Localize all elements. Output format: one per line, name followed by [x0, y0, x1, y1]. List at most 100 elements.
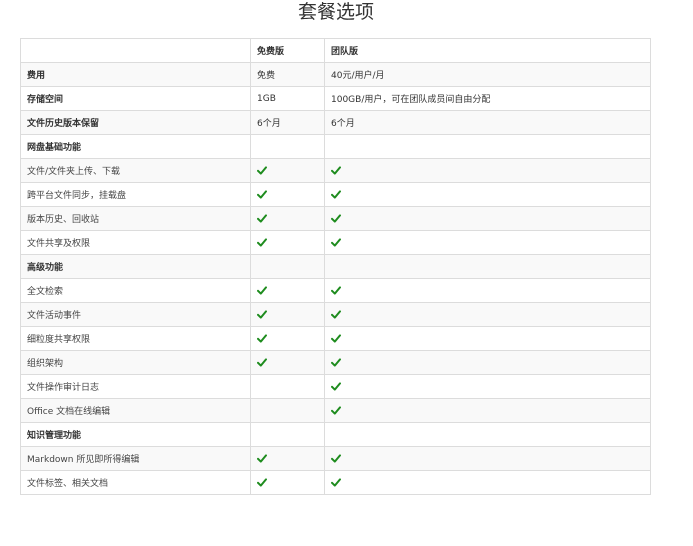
check-icon [257, 333, 267, 343]
table-row: 文件历史版本保留 6个月 6个月 [20, 110, 651, 135]
team-plan-cell: 40元/用户/月 [324, 62, 651, 87]
team-plan-cell [324, 422, 651, 447]
team-plan-cell [324, 446, 651, 471]
plan-comparison-table: 免费版 团队版 费用 免费 40元/用户/月 存储空间 1GB 100GB/用户，可在团队… [20, 38, 651, 495]
section-label: 费用 [20, 62, 251, 87]
check-icon [257, 453, 267, 463]
check-icon [257, 285, 267, 295]
free-plan-cell [250, 350, 325, 375]
feature-label: 跨平台文件同步，挂载盘 [20, 182, 251, 207]
check-icon [331, 453, 341, 463]
table-row: 文件活动事件 [20, 302, 651, 327]
feature-label: 文件/文件夹上传、下载 [20, 158, 251, 183]
free-plan-cell: 6个月 [250, 110, 325, 135]
check-icon [257, 189, 267, 199]
feature-label: 细粒度共享权限 [20, 326, 251, 351]
free-plan-cell [250, 134, 325, 159]
free-plan-cell [250, 158, 325, 183]
free-plan-cell [250, 326, 325, 351]
free-plan-cell [250, 182, 325, 207]
check-icon [257, 165, 267, 175]
check-icon [331, 213, 341, 223]
team-plan-cell [324, 470, 651, 495]
free-plan-cell [250, 446, 325, 471]
free-plan-cell: 1GB [250, 86, 325, 111]
table-row: 文件/文件夹上传、下载 [20, 158, 651, 183]
table-row: 文件标签、相关文档 [20, 470, 651, 495]
free-plan-cell [250, 374, 325, 399]
team-plan-cell [324, 374, 651, 399]
check-icon [257, 477, 267, 487]
check-icon [257, 237, 267, 247]
check-icon [331, 189, 341, 199]
feature-label: 组织架构 [20, 350, 251, 375]
team-plan-cell [324, 254, 651, 279]
free-plan-cell [250, 422, 325, 447]
section-label: 知识管理功能 [20, 422, 251, 447]
section-label: 高级功能 [20, 254, 251, 279]
free-plan-cell [250, 398, 325, 423]
feature-label: 文件共享及权限 [20, 230, 251, 255]
check-icon [331, 477, 341, 487]
check-icon [331, 381, 341, 391]
table-row: Markdown 所见即所得编辑 [20, 446, 651, 471]
team-plan-cell [324, 398, 651, 423]
header-feature-cell [20, 38, 251, 63]
table-row: 网盘基础功能 [20, 134, 651, 159]
table-row: 组织架构 [20, 350, 651, 375]
free-plan-cell [250, 254, 325, 279]
team-plan-cell [324, 326, 651, 351]
table-row: 高级功能 [20, 254, 651, 279]
feature-label: 文件操作审计日志 [20, 374, 251, 399]
team-plan-cell [324, 302, 651, 327]
section-label: 文件历史版本保留 [20, 110, 251, 135]
team-plan-cell [324, 206, 651, 231]
table-header-row: 免费版 团队版 [20, 38, 651, 63]
check-icon [331, 405, 341, 415]
section-label: 存储空间 [20, 86, 251, 111]
check-icon [257, 309, 267, 319]
free-plan-cell [250, 470, 325, 495]
table-row: 存储空间 1GB 100GB/用户，可在团队成员间自由分配 [20, 86, 651, 111]
check-icon [331, 333, 341, 343]
free-plan-cell: 免费 [250, 62, 325, 87]
table-row: 跨平台文件同步，挂载盘 [20, 182, 651, 207]
page-title: 套餐选项 [297, 1, 374, 23]
free-plan-cell [250, 278, 325, 303]
free-plan-cell [250, 302, 325, 327]
team-plan-cell [324, 182, 651, 207]
check-icon [257, 357, 267, 367]
table-row: 文件操作审计日志 [20, 374, 651, 399]
check-icon [331, 165, 341, 175]
table-row: 知识管理功能 [20, 422, 651, 447]
team-plan-cell [324, 278, 651, 303]
table-row: 全文检索 [20, 278, 651, 303]
check-icon [331, 357, 341, 367]
team-plan-cell [324, 134, 651, 159]
feature-label: 版本历史、回收站 [20, 206, 251, 231]
check-icon [331, 309, 341, 319]
table-row: Office 文档在线编辑 [20, 398, 651, 423]
feature-label: 文件标签、相关文档 [20, 470, 251, 495]
team-plan-cell [324, 158, 651, 183]
feature-label: Office 文档在线编辑 [20, 398, 251, 423]
header-free-plan: 免费版 [250, 38, 325, 63]
feature-label: Markdown 所见即所得编辑 [20, 446, 251, 471]
team-plan-cell: 100GB/用户，可在团队成员间自由分配 [324, 86, 651, 111]
free-plan-cell [250, 230, 325, 255]
header-team-plan: 团队版 [324, 38, 651, 63]
team-plan-cell [324, 350, 651, 375]
section-label: 网盘基础功能 [20, 134, 251, 159]
feature-label: 全文检索 [20, 278, 251, 303]
table-row: 细粒度共享权限 [20, 326, 651, 351]
table-row: 费用 免费 40元/用户/月 [20, 62, 651, 87]
team-plan-cell: 6个月 [324, 110, 651, 135]
check-icon [331, 237, 341, 247]
check-icon [331, 285, 341, 295]
team-plan-cell [324, 230, 651, 255]
feature-label: 文件活动事件 [20, 302, 251, 327]
table-body: 费用 免费 40元/用户/月 存储空间 1GB 100GB/用户，可在团队成员间自由分配文… [20, 62, 651, 495]
table-row: 文件共享及权限 [20, 230, 651, 255]
table-row: 版本历史、回收站 [20, 206, 651, 231]
free-plan-cell [250, 206, 325, 231]
